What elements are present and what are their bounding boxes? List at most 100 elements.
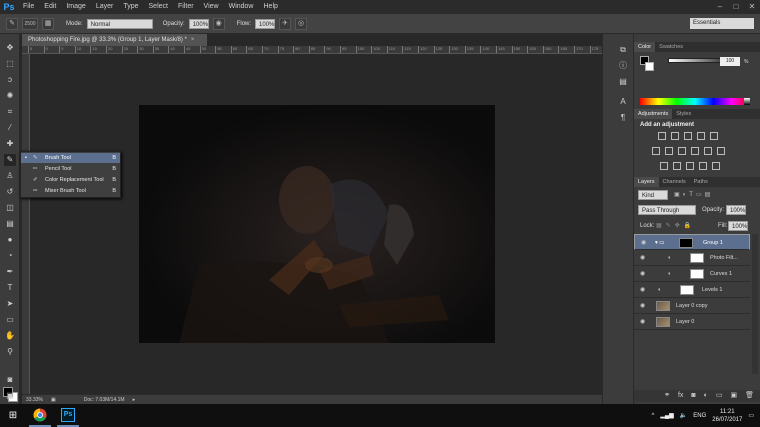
menu-layer[interactable]: Layer bbox=[91, 0, 119, 14]
info-panel-icon[interactable]: ▤ bbox=[617, 76, 629, 88]
menu-select[interactable]: Select bbox=[144, 0, 173, 14]
layer-name[interactable]: Curves 1 bbox=[710, 266, 732, 282]
menu-help[interactable]: Help bbox=[259, 0, 283, 14]
close-document-icon[interactable]: × bbox=[191, 37, 195, 43]
color-balance-icon[interactable] bbox=[665, 147, 673, 155]
visibility-eye-icon[interactable]: ◉ bbox=[640, 314, 645, 330]
link-layers-icon[interactable]: ⚭ bbox=[664, 390, 670, 402]
layer-thumbnail[interactable] bbox=[656, 317, 670, 327]
properties-panel-icon[interactable]: ⓘ bbox=[617, 60, 629, 72]
posterize-icon[interactable] bbox=[673, 162, 681, 170]
mode-select[interactable]: Normal bbox=[86, 18, 153, 29]
black-white-icon[interactable] bbox=[678, 147, 686, 155]
status-menu-arrow-icon[interactable]: ▸ bbox=[133, 397, 136, 403]
selective-color-icon[interactable] bbox=[712, 162, 720, 170]
layer-opacity-input[interactable]: 100% bbox=[726, 205, 746, 215]
horizontal-ruler[interactable]: 5 0 5 10 15 20 25 30 35 40 45 50 55 60 65 70 75 80 85 90 95 1… bbox=[22, 46, 602, 54]
vibrance-icon[interactable] bbox=[710, 132, 718, 140]
workspace-select[interactable]: Essentials bbox=[690, 18, 754, 29]
curves-icon[interactable] bbox=[684, 132, 692, 140]
delete-layer-icon[interactable]: 🗑 bbox=[745, 390, 754, 402]
opacity-pressure-icon[interactable]: ◉ bbox=[212, 17, 225, 30]
shape-tool-icon[interactable]: ▭ bbox=[4, 314, 16, 326]
language-indicator[interactable]: ENG bbox=[693, 413, 706, 419]
visibility-eye-icon[interactable]: ◉ bbox=[640, 250, 645, 266]
character-panel-icon[interactable]: A bbox=[617, 96, 629, 108]
action-center-icon[interactable]: ▭ bbox=[748, 412, 754, 419]
layer-mask-thumbnail[interactable] bbox=[680, 285, 694, 295]
minimize-button[interactable]: – bbox=[712, 0, 728, 14]
visibility-eye-icon[interactable]: ◉ bbox=[640, 282, 645, 298]
tray-expand-icon[interactable]: ^ bbox=[651, 413, 654, 419]
threshold-icon[interactable] bbox=[686, 162, 694, 170]
blur-tool-icon[interactable]: ● bbox=[4, 234, 16, 246]
menu-window[interactable]: Window bbox=[224, 0, 259, 14]
levels-icon[interactable] bbox=[671, 132, 679, 140]
layer-name[interactable]: Layer 0 copy bbox=[676, 298, 708, 314]
blend-mode-select[interactable]: Pass Through bbox=[638, 205, 696, 215]
chrome-taskbar-icon[interactable] bbox=[29, 404, 51, 427]
layer-name[interactable]: Group 1 bbox=[703, 235, 723, 251]
eyedropper-tool-icon[interactable]: ⁄ bbox=[4, 122, 16, 134]
new-adjustment-icon[interactable]: ◐ bbox=[704, 390, 708, 402]
gradient-tool-icon[interactable]: ▤ bbox=[4, 218, 16, 230]
close-button[interactable]: ✕ bbox=[744, 0, 760, 14]
add-mask-icon[interactable]: ◙ bbox=[691, 390, 695, 402]
layer-filter-icons[interactable]: ▣◐T▭▤ bbox=[674, 191, 713, 198]
layers-scrollbar[interactable] bbox=[752, 234, 758, 374]
new-layer-icon[interactable]: ▣ bbox=[730, 390, 737, 402]
tab-swatches[interactable]: Swatches bbox=[655, 42, 687, 52]
flow-input[interactable]: 100% bbox=[255, 18, 276, 29]
zoom-level[interactable]: 33.33% bbox=[26, 397, 43, 403]
maximize-button[interactable]: □ bbox=[728, 0, 744, 14]
eraser-tool-icon[interactable]: ◫ bbox=[4, 202, 16, 214]
windows-start-icon[interactable]: ⊞ bbox=[0, 404, 26, 427]
visibility-eye-icon[interactable]: ◉ bbox=[641, 235, 646, 251]
new-group-icon[interactable]: ▭ bbox=[716, 390, 723, 402]
exposure-icon[interactable] bbox=[697, 132, 705, 140]
tab-adjustments[interactable]: Adjustments bbox=[634, 109, 673, 119]
layer-row-layer-0-copy[interactable]: ◉ Layer 0 copy bbox=[634, 298, 750, 314]
marquee-tool-icon[interactable]: ⬚ bbox=[4, 58, 16, 70]
color-lookup-icon[interactable] bbox=[717, 147, 725, 155]
layer-style-icon[interactable]: fx bbox=[678, 390, 683, 402]
color-bg-swatch[interactable] bbox=[645, 62, 654, 71]
layer-filter-kind[interactable]: Kind bbox=[638, 190, 668, 200]
tab-channels[interactable]: Channels bbox=[659, 177, 690, 187]
fill-input[interactable]: 100% bbox=[728, 221, 748, 231]
document-canvas[interactable] bbox=[139, 105, 495, 343]
hand-tool-icon[interactable]: ✋ bbox=[4, 330, 16, 342]
color-value-input[interactable]: 100 bbox=[720, 57, 740, 66]
brightness-contrast-icon[interactable] bbox=[658, 132, 666, 140]
brush-size-picker[interactable]: 2500 bbox=[22, 17, 38, 30]
type-tool-icon[interactable]: T bbox=[4, 282, 16, 294]
tab-layers[interactable]: Layers bbox=[634, 177, 659, 187]
menu-image[interactable]: Image bbox=[61, 0, 90, 14]
layer-name[interactable]: Layer 0 bbox=[676, 314, 694, 330]
network-icon[interactable]: ▂▄▆ bbox=[660, 412, 673, 419]
layer-row-curves-1[interactable]: ◉ ◐ Curves 1 bbox=[634, 266, 750, 282]
layer-mask-thumbnail[interactable] bbox=[690, 269, 704, 279]
color-spectrum-bw[interactable] bbox=[744, 98, 750, 105]
hue-saturation-icon[interactable] bbox=[652, 147, 660, 155]
layer-row-layer-0[interactable]: ◉ Layer 0 bbox=[634, 314, 750, 330]
history-panel-icon[interactable]: ⧉ bbox=[617, 44, 629, 56]
paragraph-panel-icon[interactable]: ¶ bbox=[617, 112, 629, 124]
path-select-tool-icon[interactable]: ➤ bbox=[4, 298, 16, 310]
volume-icon[interactable]: 🔈 bbox=[680, 412, 687, 419]
zoom-tool-icon[interactable]: ⚲ bbox=[4, 346, 16, 358]
layer-row-photo-filter[interactable]: ◉ ◐ Photo Filt... bbox=[634, 250, 750, 266]
flyout-item-brush[interactable]: ▪ ✎ Brush Tool B bbox=[21, 153, 120, 163]
menu-view[interactable]: View bbox=[199, 0, 224, 14]
flyout-item-color-replacement[interactable]: ✐ Color Replacement Tool B bbox=[21, 175, 120, 185]
screen-mode-icon[interactable]: ▣ bbox=[4, 390, 16, 402]
layer-row-levels-1[interactable]: ◉ ◐ Levels 1 bbox=[634, 282, 750, 298]
quick-mask-icon[interactable]: ◙ bbox=[4, 374, 16, 386]
menu-type[interactable]: Type bbox=[118, 0, 143, 14]
vertical-ruler[interactable] bbox=[22, 54, 30, 394]
document-tab[interactable]: Photoshopping Fire.jpg @ 33.3% (Group 1,… bbox=[22, 34, 208, 46]
size-pressure-icon[interactable]: ◎ bbox=[295, 17, 308, 30]
visibility-eye-icon[interactable]: ◉ bbox=[640, 266, 645, 282]
flyout-item-mixer-brush[interactable]: ✑ Mixer Brush Tool B bbox=[21, 186, 120, 196]
dock-collapse-strip[interactable] bbox=[602, 34, 612, 404]
